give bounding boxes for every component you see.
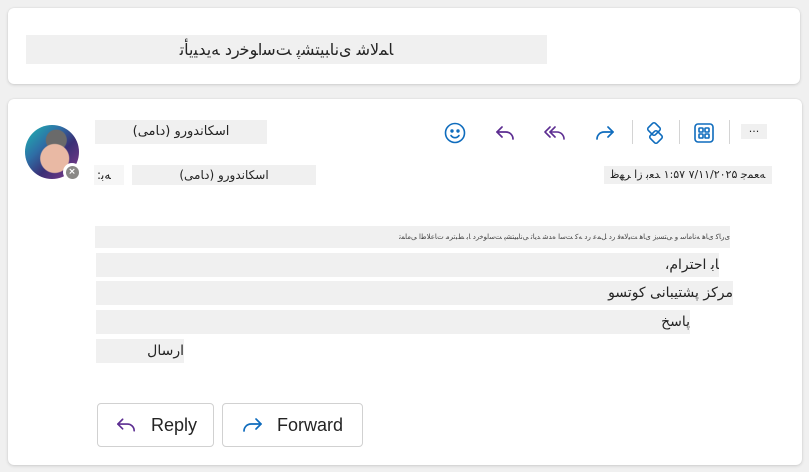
reply-all-icon[interactable] [541,119,569,147]
forward-button[interactable]: Forward [222,403,363,447]
message-card: × ﺍﺳﮑﺎﻧﺪﻭﺭﻭ (ﺩﺎﻣﯽ) ﻪﺑ: ﺍﺳﮑﺎﻧﺪﻭﺭﻭ (ﺩﺎﻣﯽ) … [8,99,802,465]
toolbar-divider [729,120,730,144]
sticker-icon[interactable] [641,119,669,147]
reply-icon [117,418,135,432]
subject-card: ﺎﻤﻟﺎﺷ ﯼﻧﺎﺒﯿﺘﺸﭘ ﺖﺳﺍﻮﺧﺭﺩ ﻪﯾﺪﯿﯾﺄﺗ [8,8,800,84]
message-date: ﻪﻌﻤﺟ ۷/۱۱/۲۰۲۵ ۱:۵۷ ﺪﻌﺑ ﺯﺍ ﺮﻬﻇ [604,166,772,184]
body-line: ﭘﺎﺳﺦ [96,310,690,334]
toolbar-divider [632,120,633,144]
sender-name[interactable]: ﺍﺳﮑﺎﻧﺪﻭﺭﻭ (ﺩﺎﻣﯽ) [95,120,267,144]
body-header-line: ﯼﺭﺎﮐ ﯼﺎﻫ ﻪﻧﺎﻣﺎﺳ ﻭ ﯽﺘﺴﯾﺯ ﯼﺎﻫ ﺖﯿﻟﺎﻌﻓ ﺭﺩ ﻞﻤ… [95,226,730,248]
signature-line: ﺍﺭﺳﺎﻝ [96,339,184,363]
to-label: ﻪﺑ: [94,165,124,185]
email-subject: ﺎﻤﻟﺎﺷ ﯼﻧﺎﺒﯿﺘﺸﭘ ﺖﺳﺍﻮﺧﺭﺩ ﻪﯾﺪﯿﯾﺄﺗ [26,35,547,64]
reply-label: Reply [150,414,197,435]
toolbar-divider [679,120,680,144]
body-line: ﺎﺑ ﺍﺣﺘﺮﺍﻡ، [96,253,719,277]
blocked-status-icon: × [63,163,81,181]
forward-icon [243,418,262,432]
more-options-button[interactable]: ... [741,123,767,139]
apps-icon[interactable] [690,119,718,147]
forward-icon[interactable] [591,119,619,147]
recipient-name[interactable]: ﺍﺳﮑﺎﻧﺪﻭﺭﻭ (ﺩﺎﻣﯽ) [132,165,316,185]
emoji-icon[interactable] [441,119,469,147]
body-line: ﻣﺮﮐﺰ ﭘﺸﺘﯿﺒﺎﻧﯽ ﮐﻮﺗﺴﻮ [96,281,733,305]
reply-icon[interactable] [491,119,519,147]
reply-button[interactable]: Reply [97,403,214,447]
forward-label: Forward [277,414,344,435]
